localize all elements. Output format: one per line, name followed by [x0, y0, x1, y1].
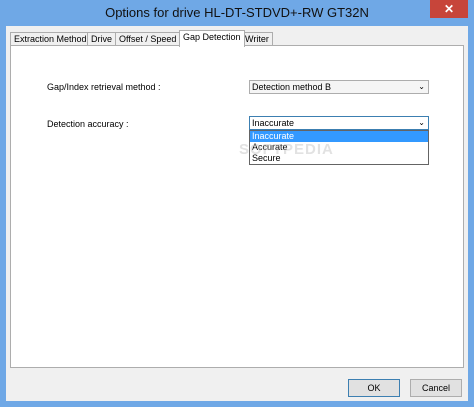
tab-writer[interactable]: Writer — [241, 32, 273, 46]
detection-accuracy-select[interactable]: Inaccurate ⌄ — [249, 116, 429, 130]
softpedia-watermark: SOFTPEDIA — [239, 141, 334, 158]
window-title: Options for drive HL-DT-STDVD+-RW GT32N — [105, 5, 369, 20]
close-icon: ✕ — [443, 2, 455, 16]
tab-drive[interactable]: Drive — [87, 32, 117, 46]
retrieval-method-select[interactable]: Detection method B ⌄ — [249, 80, 429, 94]
tab-gap-detection[interactable]: Gap Detection — [179, 30, 245, 47]
close-button[interactable]: ✕ — [430, 0, 468, 18]
gap-detection-panel: Gap/Index retrieval method : Detection m… — [10, 45, 464, 368]
retrieval-method-value: Detection method B — [252, 82, 332, 92]
title-bar[interactable]: Options for drive HL-DT-STDVD+-RW GT32N … — [0, 0, 474, 26]
cancel-button[interactable]: Cancel — [410, 379, 462, 397]
retrieval-method-label: Gap/Index retrieval method : — [47, 82, 161, 92]
tab-extraction-method[interactable]: Extraction Method — [10, 32, 91, 46]
dialog-client-area: Extraction Method Drive Offset / Speed G… — [6, 26, 468, 401]
tab-offset-speed[interactable]: Offset / Speed — [115, 32, 181, 46]
options-window: Options for drive HL-DT-STDVD+-RW GT32N … — [0, 0, 474, 407]
detection-accuracy-label: Detection accuracy : — [47, 119, 129, 129]
chevron-down-icon: ⌄ — [418, 82, 425, 91]
detection-accuracy-value: Inaccurate — [252, 118, 295, 128]
ok-button[interactable]: OK — [348, 379, 400, 397]
chevron-down-icon: ⌄ — [418, 118, 425, 127]
